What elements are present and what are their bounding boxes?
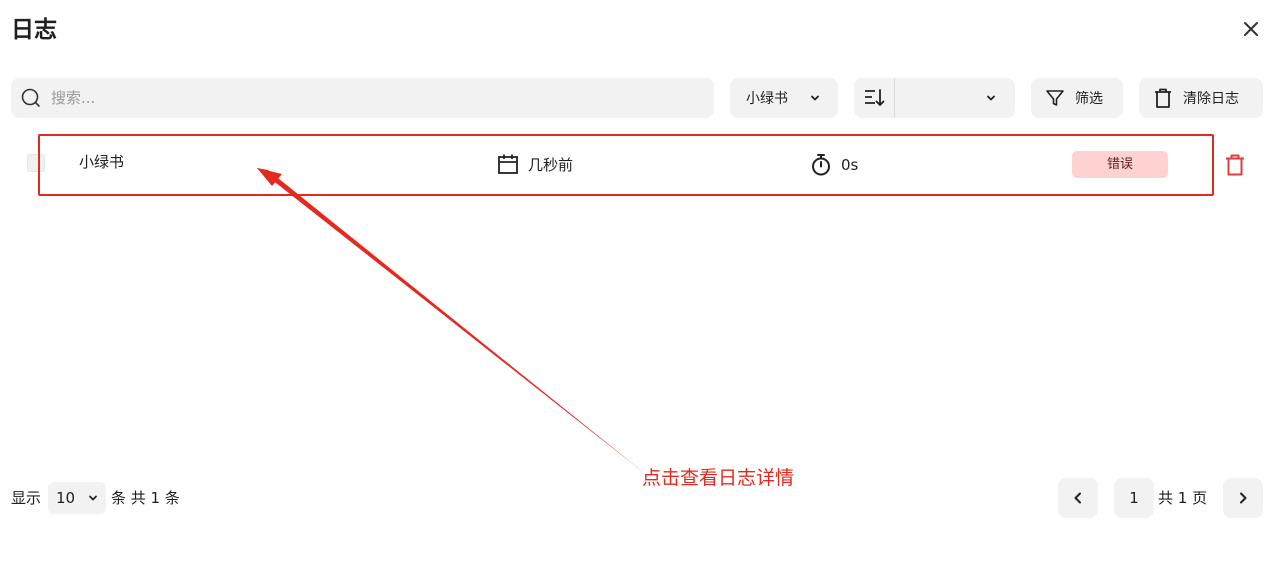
- close-button[interactable]: [1240, 18, 1262, 40]
- filter-label: 筛选: [1075, 91, 1103, 107]
- clear-logs-button[interactable]: 清除日志: [1139, 78, 1263, 118]
- search-input[interactable]: [51, 78, 691, 118]
- next-page-button[interactable]: [1223, 478, 1263, 518]
- page-number-button[interactable]: 1: [1114, 478, 1154, 518]
- delete-icon[interactable]: [1224, 153, 1246, 177]
- chevron-right-icon: [1240, 492, 1247, 504]
- chevron-left-icon: [1074, 492, 1081, 504]
- sort-divider: [894, 78, 895, 118]
- annotation-text: 点击查看日志详情: [642, 467, 795, 489]
- app-filter-value: 小绿书: [746, 91, 788, 107]
- sort-icon: [865, 89, 885, 106]
- chevron-down-icon: [811, 95, 819, 101]
- highlight-box: [38, 134, 1214, 196]
- filter-icon: [1046, 90, 1064, 106]
- page-size-value: 10: [56, 489, 76, 507]
- clear-logs-label: 清除日志: [1183, 91, 1239, 107]
- page-size-select[interactable]: 10: [48, 482, 106, 514]
- search-icon: [21, 88, 40, 107]
- dialog-title: 日志: [11, 17, 57, 43]
- page-size-label: 显示: [11, 489, 42, 507]
- search-box[interactable]: [11, 78, 714, 118]
- total-pages: 共 1 页: [1158, 489, 1208, 507]
- close-icon: [1244, 22, 1258, 36]
- app-filter-select[interactable]: 小绿书: [730, 78, 838, 118]
- chevron-down-icon: [89, 495, 97, 501]
- sort-select[interactable]: [854, 78, 1015, 118]
- prev-page-button[interactable]: [1058, 478, 1098, 518]
- total-count: 条 共 1 条: [111, 489, 180, 507]
- trash-icon: [1155, 88, 1171, 108]
- chevron-down-icon: [987, 95, 995, 101]
- filter-button[interactable]: 筛选: [1031, 78, 1123, 118]
